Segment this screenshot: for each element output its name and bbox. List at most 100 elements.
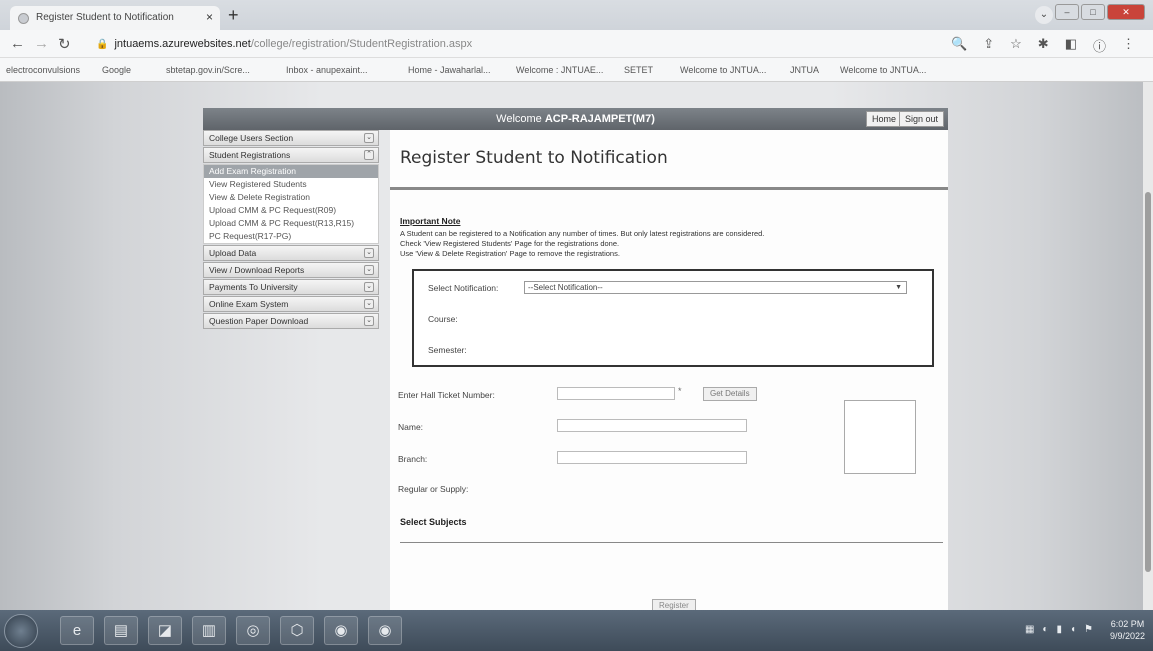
notes-icon[interactable]: ▥ xyxy=(192,616,226,645)
bookmark-item[interactable]: Inbox - anupexaint... xyxy=(286,65,368,75)
tray-icon[interactable]: ▦ xyxy=(1025,624,1034,635)
extensions-icon[interactable]: ✱ xyxy=(1038,36,1049,55)
title-divider xyxy=(390,187,948,190)
reload-icon[interactable]: ↻ xyxy=(58,35,71,53)
menu-label: College Users Section xyxy=(209,133,294,143)
student-photo xyxy=(844,400,916,474)
bookmarks-bar: electroconvulsions Google sbtetap.gov.in… xyxy=(0,58,1153,82)
submenu-view-registered-students[interactable]: View Registered Students xyxy=(204,178,378,191)
tab-search-icon[interactable]: ⌄ xyxy=(1035,6,1053,24)
sidepanel-icon[interactable]: ◧ xyxy=(1065,36,1077,55)
bookmark-star-icon[interactable]: ☆ xyxy=(1010,36,1022,55)
start-button[interactable] xyxy=(4,614,38,648)
menu-upload-data[interactable]: Upload Data ⌄ xyxy=(203,245,379,261)
student-registrations-submenu: Add Exam Registration View Registered St… xyxy=(203,164,379,244)
dropdown-caret-icon: ▼ xyxy=(895,284,902,291)
home-button[interactable]: Home xyxy=(865,111,902,127)
semester-label: Semester: xyxy=(428,345,467,355)
lock-icon: 🔒 xyxy=(96,39,109,50)
tab-title: Register Student to Notification xyxy=(36,12,174,23)
menu-online-exam[interactable]: Online Exam System ⌄ xyxy=(203,296,379,312)
menu-label: Student Registrations xyxy=(209,150,291,160)
chrome-icon[interactable]: ◉ xyxy=(324,616,358,645)
flag-icon[interactable]: ⚑ xyxy=(1084,624,1093,635)
maximize-button[interactable]: □ xyxy=(1081,4,1105,20)
page-title: Register Student to Notification xyxy=(400,148,668,168)
bookmark-item[interactable]: JNTUA xyxy=(790,65,819,75)
chevron-down-icon: ⌄ xyxy=(364,265,374,275)
url-field[interactable]: 🔒 jntuaems.azurewebsites.net/college/regi… xyxy=(96,34,896,54)
url-host: jntuaems.azurewebsites.net xyxy=(114,38,251,50)
important-note-title: Important Note xyxy=(400,216,461,226)
chevron-up-icon: ⌃ xyxy=(364,150,374,160)
scrollbar-thumb[interactable] xyxy=(1145,192,1151,572)
get-details-button[interactable]: Get Details xyxy=(703,387,757,401)
new-tab-button[interactable]: + xyxy=(228,5,239,26)
signout-button[interactable]: Sign out xyxy=(898,111,944,127)
bookmark-item[interactable]: Google xyxy=(102,65,131,75)
close-tab-icon[interactable]: × xyxy=(206,10,213,24)
address-bar: ← → ↻ 🔒 jntuaems.azurewebsites.net/colleg… xyxy=(0,30,1153,58)
network-icon[interactable]: ▮ xyxy=(1056,624,1062,635)
note-line: Use 'View & Delete Registration' Page to… xyxy=(400,249,620,258)
side-menu: College Users Section ⌄ Student Registra… xyxy=(203,130,379,330)
menu-icon[interactable]: ⋮ xyxy=(1122,36,1135,55)
chevron-down-icon: ⌄ xyxy=(364,133,374,143)
bookmark-item[interactable]: Welcome to JNTUA... xyxy=(840,65,926,75)
browser-tab[interactable]: Register Student to Notification × xyxy=(10,6,220,30)
menu-student-registrations[interactable]: Student Registrations ⌃ xyxy=(203,147,379,163)
menu-payments[interactable]: Payments To University ⌄ xyxy=(203,279,379,295)
clock[interactable]: 6:02 PM 9/9/2022 xyxy=(1110,618,1145,642)
hall-ticket-label: Enter Hall Ticket Number: xyxy=(398,390,495,400)
zoom-icon[interactable]: 🔍 xyxy=(951,36,967,55)
window-close-button[interactable]: ✕ xyxy=(1107,4,1145,20)
menu-label: Upload Data xyxy=(209,248,257,258)
file-explorer-icon[interactable]: ▤ xyxy=(104,616,138,645)
bookmark-item[interactable]: Home - Jawaharlal... xyxy=(408,65,491,75)
notification-selection-panel: Select Notification: --Select Notificati… xyxy=(412,269,934,367)
menu-college-users[interactable]: College Users Section ⌄ xyxy=(203,130,379,146)
window-controls: – □ ✕ xyxy=(1055,4,1145,20)
hall-ticket-input[interactable] xyxy=(557,387,675,400)
bookmark-item[interactable]: Welcome : JNTUAE... xyxy=(516,65,603,75)
internet-explorer-icon[interactable]: e xyxy=(60,616,94,645)
back-icon[interactable]: ← xyxy=(10,35,25,52)
regular-supply-label: Regular or Supply: xyxy=(398,484,469,494)
menu-question-paper[interactable]: Question Paper Download ⌄ xyxy=(203,313,379,329)
bookmark-item[interactable]: electroconvulsions xyxy=(6,65,80,75)
course-label: Course: xyxy=(428,314,458,324)
chevron-down-icon: ⌄ xyxy=(364,248,374,258)
minimize-button[interactable]: – xyxy=(1055,4,1079,20)
branch-label: Branch: xyxy=(398,454,428,464)
bookmark-item[interactable]: sbtetap.gov.in/Scre... xyxy=(166,65,250,75)
media-icon[interactable]: ◎ xyxy=(236,616,270,645)
welcome-user: ACP-RAJAMPET(M7) xyxy=(544,113,655,125)
notification-select-value: --Select Notification-- xyxy=(528,283,603,292)
browser-tabstrip: Register Student to Notification × + ⌄ –… xyxy=(0,0,1153,30)
app-icon[interactable]: ◪ xyxy=(148,616,182,645)
volume-icon[interactable]: ◖ xyxy=(1070,624,1076,635)
page-scrollbar[interactable] xyxy=(1143,82,1153,610)
note-line: Check 'View Registered Students' Page fo… xyxy=(400,239,620,248)
bookmark-item[interactable]: Welcome to JNTUA... xyxy=(680,65,766,75)
chevron-down-icon: ⌄ xyxy=(364,299,374,309)
tray-icon[interactable]: ◐ xyxy=(1042,624,1048,635)
share-icon[interactable]: ⇪ xyxy=(983,36,994,55)
shield-icon[interactable]: ⬡ xyxy=(280,616,314,645)
profile-icon[interactable]: ⓘ xyxy=(1093,36,1106,55)
submenu-view-delete-registration[interactable]: View & Delete Registration xyxy=(204,191,378,204)
notification-select[interactable]: --Select Notification-- ▼ xyxy=(524,281,907,294)
menu-reports[interactable]: View / Download Reports ⌄ xyxy=(203,262,379,278)
taskbar: e ▤ ◪ ▥ ◎ ⬡ ◉ ◉ ▦ ◐ ▮ ◖ ⚑ 6:02 PM 9/9/20… xyxy=(0,610,1153,651)
submenu-add-exam-registration[interactable]: Add Exam Registration xyxy=(204,165,378,178)
clock-date: 9/9/2022 xyxy=(1109,631,1145,641)
chrome-window-icon[interactable]: ◉ xyxy=(368,616,402,645)
bookmark-item[interactable]: SETET xyxy=(624,65,653,75)
submenu-upload-cmm-r13[interactable]: Upload CMM & PC Request(R13,R15) xyxy=(204,217,378,230)
clock-time: 6:02 PM xyxy=(1110,619,1145,629)
submenu-upload-cmm-r09[interactable]: Upload CMM & PC Request(R09) xyxy=(204,204,378,217)
submenu-pc-request-r17[interactable]: PC Request(R17-PG) xyxy=(204,230,378,243)
menu-label: Online Exam System xyxy=(209,299,289,309)
forward-icon[interactable]: → xyxy=(34,35,49,52)
menu-label: Question Paper Download xyxy=(209,316,309,326)
